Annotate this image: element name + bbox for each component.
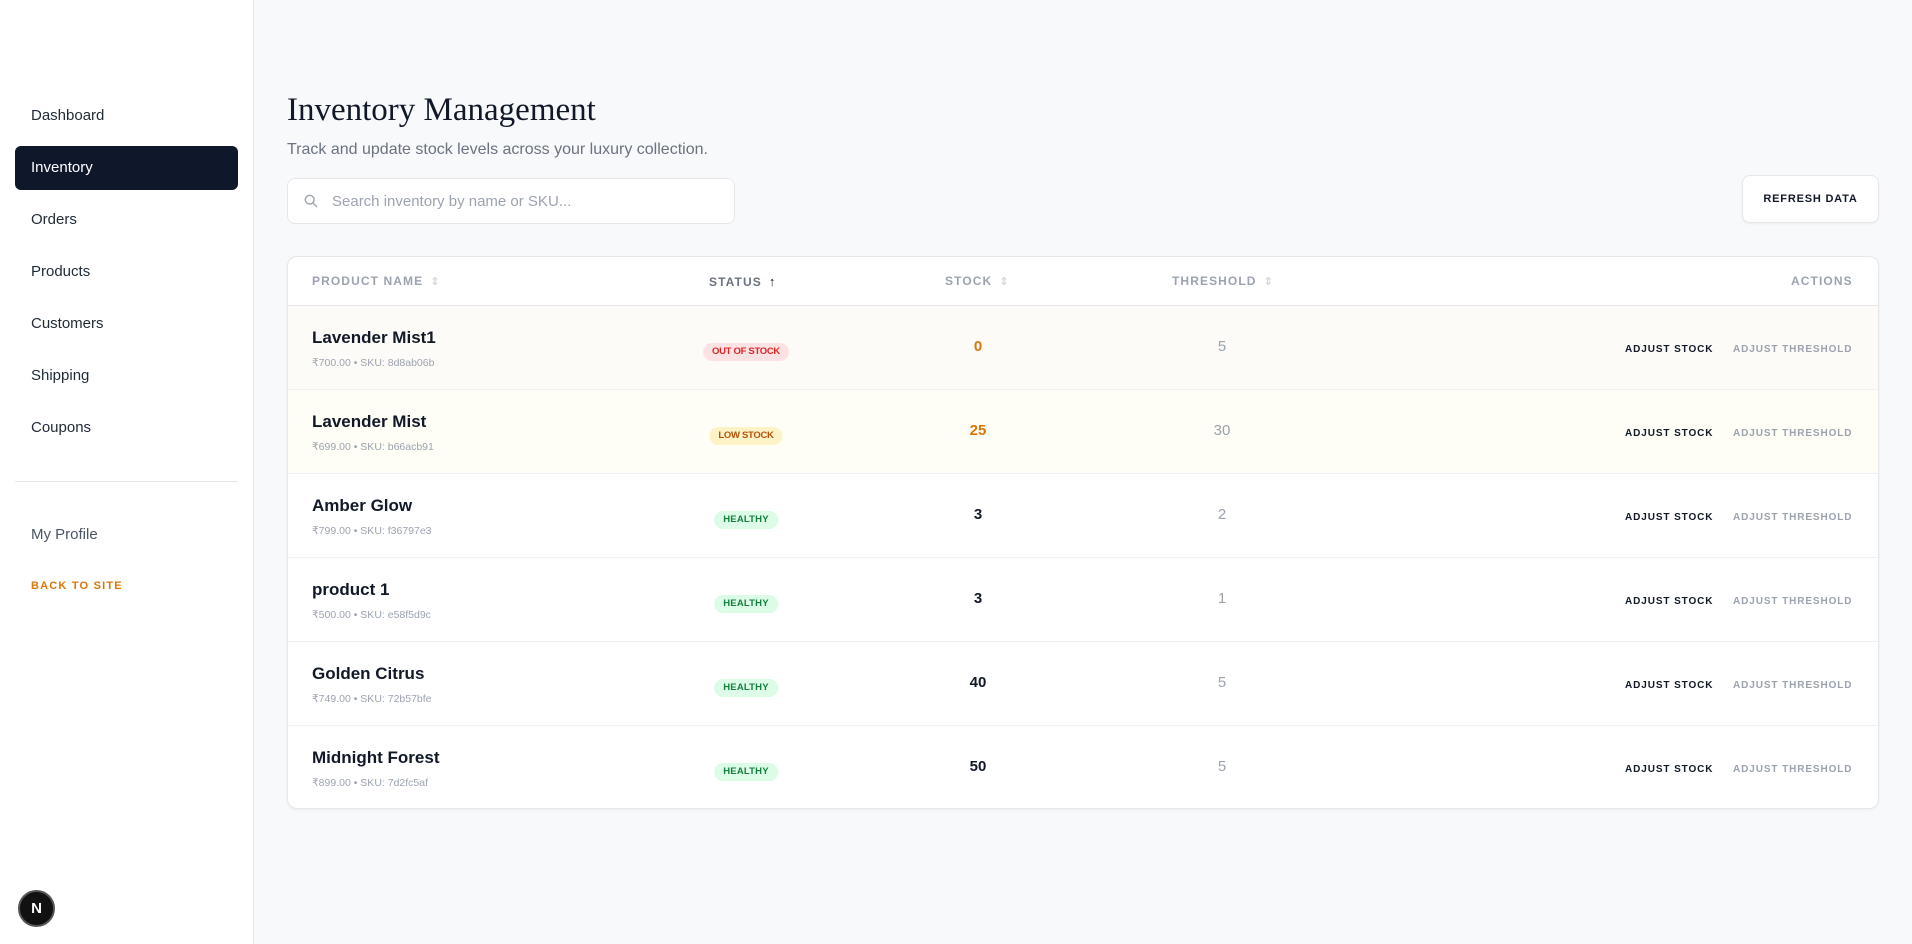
product-name: Golden Citrus (312, 664, 425, 683)
sidebar-item-products[interactable]: Products (15, 250, 238, 294)
stock-number: 25 (969, 422, 987, 439)
status-badge: HEALTHY (714, 679, 778, 697)
column-header-status[interactable]: STATUS ↑ (709, 274, 776, 289)
table-row: Amber Glow ₹799.00 • SKU: f36797e3 HEALT… (288, 474, 1878, 558)
search-input[interactable] (332, 192, 712, 210)
column-header-label: ACTIONS (1791, 274, 1853, 288)
sidebar-nav: Dashboard Inventory Orders Products Cust… (15, 94, 238, 458)
sidebar-item-shipping[interactable]: Shipping (15, 354, 238, 398)
column-header-threshold[interactable]: THRESHOLD ⇕ (1172, 274, 1274, 288)
table-row: Golden Citrus ₹749.00 • SKU: 72b57bfe HE… (288, 642, 1878, 726)
adjust-stock-button[interactable]: ADJUST STOCK (1625, 428, 1713, 439)
product-price-sku: ₹749.00 • SKU: 72b57bfe (312, 693, 432, 705)
sidebar-item-customers[interactable]: Customers (15, 302, 238, 346)
adjust-threshold-button[interactable]: ADJUST THRESHOLD (1733, 512, 1852, 523)
adjust-threshold-button[interactable]: ADJUST THRESHOLD (1733, 596, 1852, 607)
sidebar-item-coupons[interactable]: Coupons (15, 406, 238, 450)
stock-number: 3 (973, 506, 983, 523)
back-to-site-link[interactable]: BACK TO SITE (31, 580, 123, 592)
my-profile-link[interactable]: My Profile (31, 526, 98, 543)
adjust-stock-button[interactable]: ADJUST STOCK (1625, 680, 1713, 691)
threshold-number: 1 (1217, 590, 1227, 607)
threshold-number: 2 (1217, 506, 1227, 523)
threshold-number: 5 (1217, 758, 1227, 775)
stock-number: 3 (973, 590, 983, 607)
product-name: Lavender Mist (312, 412, 427, 431)
dev-tools-badge[interactable]: N (18, 890, 55, 927)
table-row: Lavender Mist1 ₹700.00 • SKU: 8d8ab06b O… (288, 306, 1878, 390)
adjust-threshold-button[interactable]: ADJUST THRESHOLD (1733, 428, 1852, 439)
sidebar-item-dashboard[interactable]: Dashboard (15, 94, 238, 138)
product-price-sku: ₹699.00 • SKU: b66acb91 (312, 441, 434, 453)
table-row: Lavender Mist ₹699.00 • SKU: b66acb91 LO… (288, 390, 1878, 474)
table-header: PRODUCT NAME ⇕ STATUS ↑ STOCK ⇕ THRESHOL… (288, 257, 1878, 306)
product-price-sku: ₹700.00 • SKU: 8d8ab06b (312, 357, 435, 369)
product-price-sku: ₹799.00 • SKU: f36797e3 (312, 525, 432, 537)
product-name: product 1 (312, 580, 390, 599)
sidebar-item-orders[interactable]: Orders (15, 198, 238, 242)
column-header-actions: ACTIONS (1791, 274, 1853, 288)
product-name: Midnight Forest (312, 748, 440, 767)
sidebar-divider (15, 481, 238, 482)
adjust-threshold-button[interactable]: ADJUST THRESHOLD (1733, 764, 1852, 775)
sort-icon: ⇕ (999, 275, 1010, 288)
status-badge: OUT OF STOCK (702, 343, 790, 361)
status-badge: HEALTHY (714, 763, 778, 781)
stock-number: 0 (973, 338, 983, 355)
sort-icon: ⇕ (1263, 275, 1274, 288)
search-icon (304, 194, 318, 208)
adjust-stock-button[interactable]: ADJUST STOCK (1625, 764, 1713, 775)
column-header-label: STOCK (945, 274, 993, 288)
adjust-stock-button[interactable]: ADJUST STOCK (1625, 596, 1713, 607)
inventory-table: PRODUCT NAME ⇕ STATUS ↑ STOCK ⇕ THRESHOL… (287, 256, 1879, 809)
refresh-data-button[interactable]: REFRESH DATA (1742, 175, 1879, 223)
column-header-label: STATUS (709, 274, 762, 289)
status-badge: HEALTHY (714, 511, 778, 529)
table-row: Midnight Forest ₹899.00 • SKU: 7d2fc5af … (288, 726, 1878, 808)
product-name: Amber Glow (312, 496, 413, 515)
threshold-number: 5 (1217, 338, 1227, 355)
status-badge: HEALTHY (714, 595, 778, 613)
sort-icon: ⇕ (430, 275, 441, 288)
adjust-threshold-button[interactable]: ADJUST THRESHOLD (1733, 680, 1852, 691)
main-content: Inventory Management Track and update st… (254, 0, 1912, 944)
sort-ascending-icon: ↑ (768, 274, 777, 289)
threshold-number: 5 (1217, 674, 1227, 691)
search-box (287, 178, 735, 224)
adjust-stock-button[interactable]: ADJUST STOCK (1625, 344, 1713, 355)
stock-number: 40 (969, 674, 987, 691)
page-title: Inventory Management (287, 92, 596, 128)
column-header-label: THRESHOLD (1172, 274, 1257, 288)
status-badge: LOW STOCK (709, 427, 783, 445)
adjust-stock-button[interactable]: ADJUST STOCK (1625, 512, 1713, 523)
page-subtitle: Track and update stock levels across you… (287, 141, 708, 158)
column-header-product-name[interactable]: PRODUCT NAME ⇕ (312, 274, 441, 288)
column-header-stock[interactable]: STOCK ⇕ (945, 274, 1010, 288)
threshold-number: 30 (1213, 422, 1231, 439)
stock-number: 50 (969, 758, 987, 775)
sidebar: Dashboard Inventory Orders Products Cust… (0, 0, 254, 944)
adjust-threshold-button[interactable]: ADJUST THRESHOLD (1733, 344, 1852, 355)
sidebar-item-inventory[interactable]: Inventory (15, 146, 238, 190)
product-name: Lavender Mist1 (312, 328, 436, 347)
table-row: product 1 ₹500.00 • SKU: e58f5d9c HEALTH… (288, 558, 1878, 642)
product-price-sku: ₹500.00 • SKU: e58f5d9c (312, 609, 431, 621)
column-header-label: PRODUCT NAME (312, 274, 424, 288)
product-price-sku: ₹899.00 • SKU: 7d2fc5af (312, 777, 429, 789)
